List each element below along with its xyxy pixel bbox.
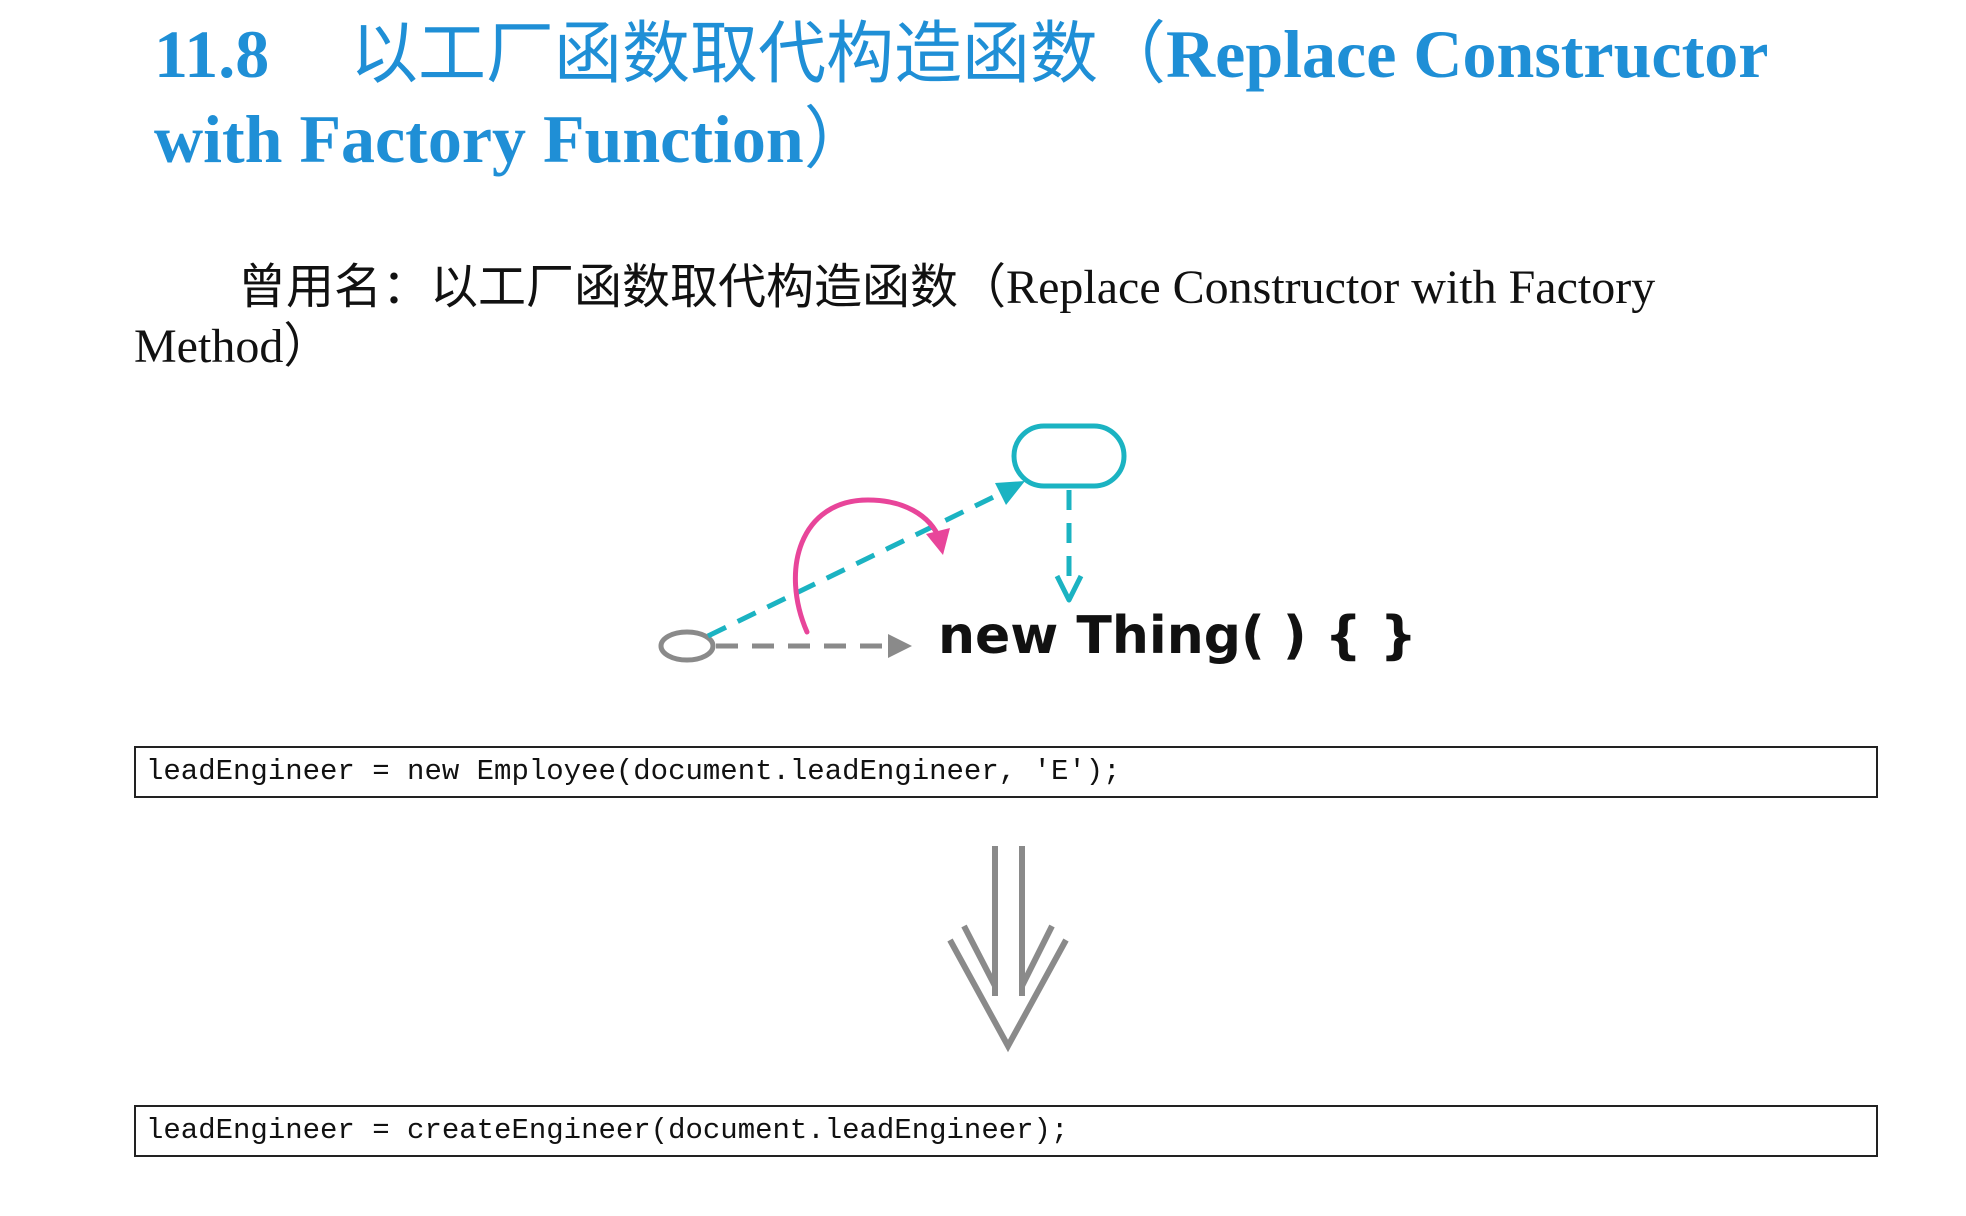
factory-call-arrowhead-icon (995, 481, 1025, 505)
direct-call-arrowhead-icon (888, 634, 912, 658)
former-name-paragraph: 曾用名：以工厂函数取代构造函数（Replace Constructor with… (134, 258, 1734, 376)
section-title-open-paren: （ (1098, 15, 1167, 94)
code-before-block: leadEngineer = new Employee(document.lea… (134, 746, 1878, 798)
section-heading: 11.8 以工厂函数取代构造函数（Replace Constructor with… (154, 12, 1874, 182)
section-title-cn: 以工厂函数取代构造函数 (350, 15, 1099, 94)
former-name-label: 曾用名： (238, 259, 431, 315)
former-name-open-paren: （ (958, 259, 1007, 315)
former-name-cn: 以工厂函数取代构造函数 (430, 259, 959, 315)
code-after-block: leadEngineer = createEngineer(document.l… (134, 1105, 1878, 1157)
section-number: 11.8 (154, 16, 270, 92)
redirect-arrowhead-icon (926, 528, 950, 555)
transform-down-arrow-icon (947, 846, 1069, 1053)
constructor-code-label: new Thing( ) { } (938, 606, 1417, 666)
caller-node-icon (658, 629, 716, 663)
refactoring-diagram: new Thing( ) { } (640, 410, 1417, 690)
factory-to-constructor-arrowhead-icon (1054, 574, 1084, 603)
section-title-close-paren: ） (803, 100, 872, 179)
factory-function-node-icon (1011, 423, 1127, 489)
document-page: 11.8 以工厂函数取代构造函数（Replace Constructor with… (0, 0, 1966, 1216)
former-name-close-paren: ） (283, 318, 332, 374)
redirect-curve-arrow (792, 497, 943, 635)
